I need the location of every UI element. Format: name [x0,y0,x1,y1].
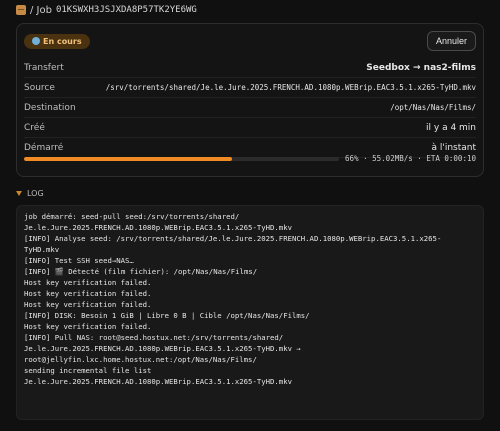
detail-label: Démarré [24,142,64,153]
card-header: En cours Annuler [24,24,476,58]
job-page: / Job 01KSWXH3JSJXDA8P57TK2YE6WG En cour… [0,0,500,431]
log-line: Je.le.Jure.2025.FRENCH.AD.1080p.WEBrip.E… [24,344,301,353]
gear-icon [32,37,40,45]
log-toggle[interactable]: LOG [16,186,484,200]
detail-row-transfer: Transfert Seedbox → nas2-films [24,58,476,78]
detail-label: Transfert [24,62,64,73]
detail-label: Source [24,82,55,93]
log-line: job démarré: seed-pull seed:/srv/torrent… [24,212,240,221]
detail-label: Créé [24,122,45,133]
progress-text: 66% · 55.02MB/s · ETA 0:00:10 [345,154,476,163]
log-line: Host key verification failed. [24,289,152,298]
detail-value: il y a 4 min [426,122,476,133]
breadcrumb-prefix: / Job [30,4,52,16]
log-line: [INFO] Test SSH seed→NAS… [24,256,134,265]
detail-row-destination: Destination /opt/Nas/Nas/Films/ [24,98,476,118]
log-line: [INFO] Pull NAS: root@seed.hostux.net:/s… [24,333,284,342]
log-line: sending incremental file list [24,366,152,375]
detail-value: /opt/Nas/Nas/Films/ [390,103,476,112]
detail-value: Seedbox → nas2-films [366,62,476,73]
detail-row-created: Créé il y a 4 min [24,118,476,138]
progress-bar [24,156,340,161]
log-panel[interactable]: job démarré: seed-pull seed:/srv/torrent… [16,205,484,420]
cancel-button[interactable]: Annuler [426,31,476,51]
detail-label: Destination [24,102,76,113]
log-line: Host key verification failed. [24,300,152,309]
progress: 66% · 55.02MB/s · ETA 0:00:10 [24,154,476,163]
log-line: Host key verification failed. [24,278,152,287]
log-line: Je.le.Jure.2025.FRENCH.AD.1080p.WEBrip.E… [24,377,292,386]
caret-down-icon [16,190,22,196]
log-line: root@jellyfin.lxc.home.hostux.net:/opt/N… [24,355,257,364]
log-line: TyHD.mkv [24,245,60,254]
log-line: [INFO] 🎬 Détecté (film fichier): /opt/Na… [24,267,258,276]
log-line: [INFO] DISK: Besoin 1 GiB | Libre 0 B | … [24,311,310,320]
breadcrumb: / Job 01KSWXH3JSJXDA8P57TK2YE6WG [16,0,484,20]
log-title: LOG [27,188,44,198]
job-card: En cours Annuler Transfert Seedbox → nas… [16,23,484,177]
detail-row-source: Source /srv/torrents/shared/Je.le.Jure.2… [24,78,476,98]
package-icon [16,5,26,15]
log-line: Je.le.Jure.2025.FRENCH.AD.1080p.WEBrip.E… [24,223,292,232]
status-badge: En cours [24,33,90,49]
detail-value: /srv/torrents/shared/Je.le.Jure.2025.FRE… [105,83,476,92]
progress-fill [24,156,232,161]
status-label: En cours [43,36,82,46]
detail-value: à l'instant [431,142,476,153]
log-line: Host key verification failed. [24,322,152,331]
log-line: [INFO] Analyse seed: /srv/torrents/share… [24,234,442,243]
job-id: 01KSWXH3JSJXDA8P57TK2YE6WG [55,5,197,15]
